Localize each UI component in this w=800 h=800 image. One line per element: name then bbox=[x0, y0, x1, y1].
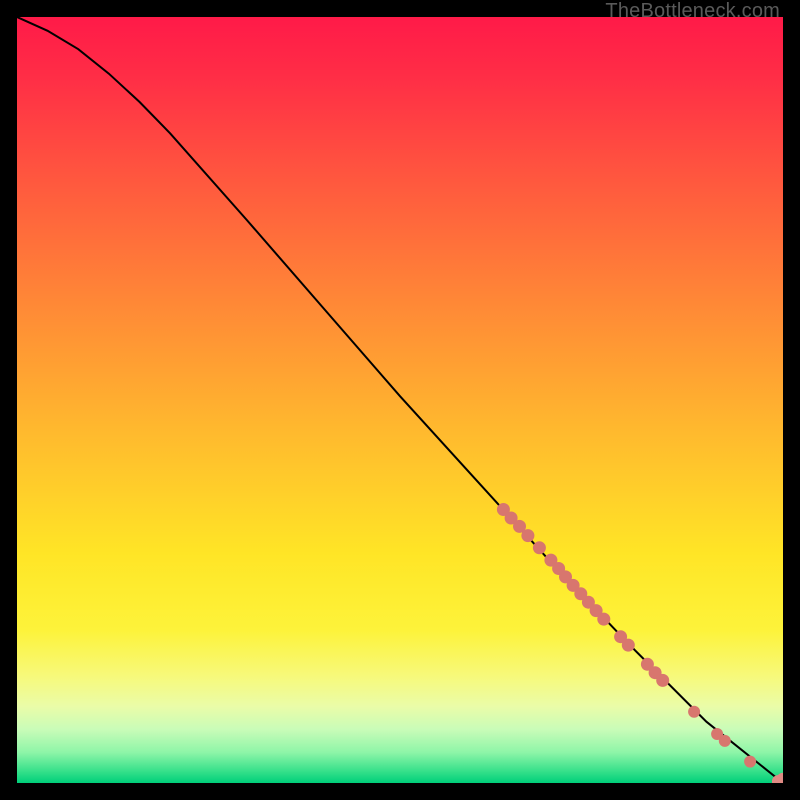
chart-marker bbox=[719, 735, 731, 747]
chart-marker bbox=[656, 674, 669, 687]
chart-marker bbox=[744, 756, 756, 768]
chart-marker bbox=[777, 773, 784, 783]
chart-marker bbox=[533, 541, 546, 554]
chart-frame bbox=[17, 17, 783, 783]
chart-marker bbox=[688, 706, 700, 718]
chart-marker bbox=[597, 613, 610, 626]
chart-marker bbox=[521, 529, 534, 542]
chart-curve bbox=[17, 17, 783, 783]
chart-marker bbox=[622, 639, 635, 652]
chart-markers bbox=[497, 503, 783, 783]
chart-svg bbox=[17, 17, 783, 783]
